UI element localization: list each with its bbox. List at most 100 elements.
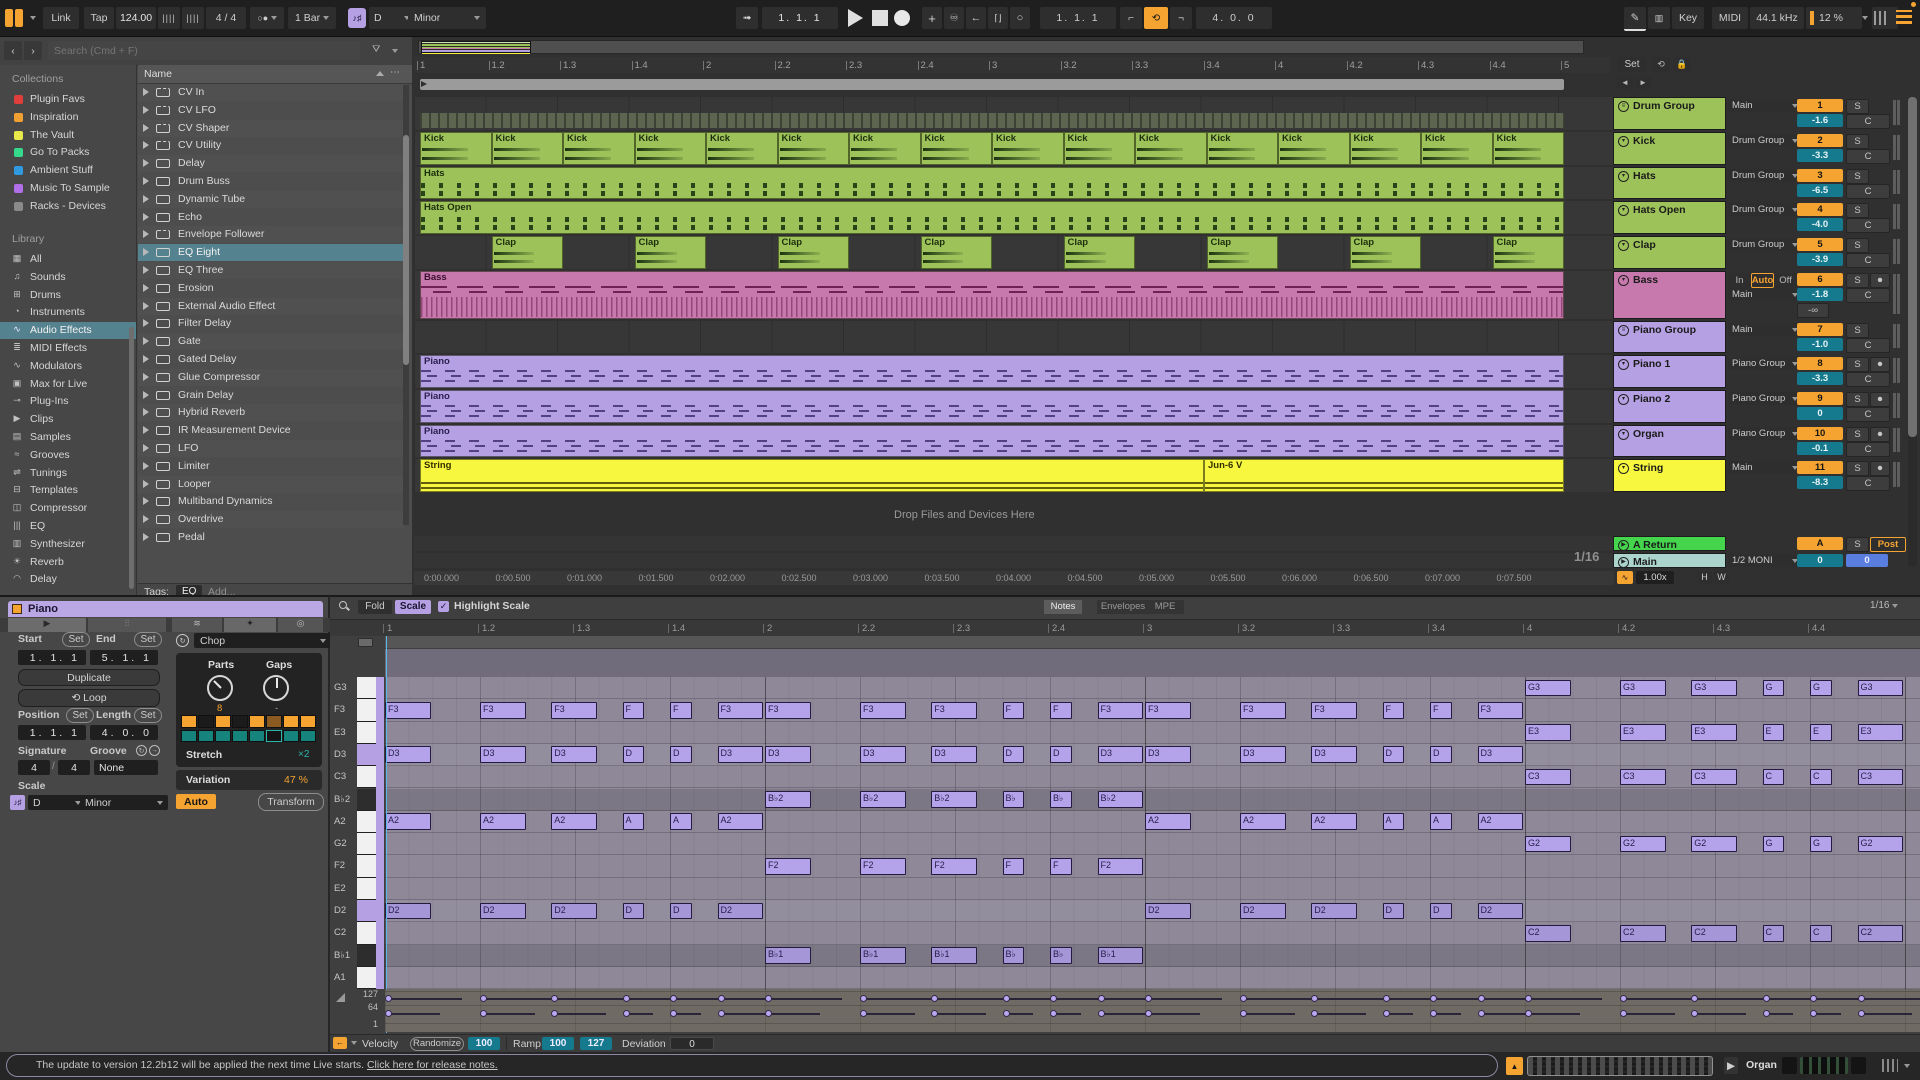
velocity-marker[interactable] (385, 995, 392, 1002)
velocity-ramp-line[interactable] (934, 998, 1008, 1000)
link-button[interactable]: Link (43, 7, 79, 29)
clip-kick[interactable]: Kick (1064, 132, 1136, 165)
midi-note[interactable]: D (670, 903, 692, 920)
return-send-badge[interactable]: A (1797, 537, 1843, 550)
piano-key-f3[interactable] (357, 699, 376, 721)
midi-note[interactable]: C3 (1858, 769, 1904, 786)
solo-button[interactable]: S (1846, 203, 1869, 218)
tab-transform[interactable]: ✦ (224, 618, 276, 632)
velocity-marker[interactable] (1003, 1010, 1010, 1017)
track-name-cell[interactable]: ▾String (1613, 459, 1726, 492)
disclosure-triangle-icon[interactable] (143, 462, 149, 470)
auto-button[interactable]: Auto (176, 794, 216, 809)
midi-note[interactable]: G3 (1858, 680, 1904, 697)
midi-note[interactable]: C (1810, 925, 1832, 942)
midi-note[interactable]: C3 (1525, 769, 1571, 786)
output-routing-selector[interactable]: Drum Group (1728, 169, 1802, 182)
clip-scale-root-selector[interactable]: D (28, 795, 86, 810)
disclosure-triangle-icon[interactable] (143, 408, 149, 416)
velocity-ramp-line[interactable] (1314, 1013, 1366, 1015)
track-fold-icon[interactable]: ▾ (1618, 205, 1629, 216)
output-routing-selector[interactable]: Main (1728, 323, 1802, 336)
track-name-cell[interactable]: ▾Clap (1613, 236, 1726, 269)
velocity-marker[interactable] (551, 995, 558, 1002)
track-header-organ[interactable]: ▾OrganPiano Group10S⏺-0.1C (1613, 425, 1913, 457)
midi-note[interactable]: D3 (1478, 746, 1524, 763)
midi-note[interactable]: F3 (718, 702, 764, 719)
commit-groove-icon[interactable]: ↻ (136, 745, 147, 756)
clip-kick[interactable]: Kick (1421, 132, 1493, 165)
velocity-marker[interactable] (1003, 995, 1010, 1002)
piano-key-c3[interactable] (357, 766, 376, 788)
midi-note[interactable]: F (1003, 702, 1025, 719)
velocity-marker[interactable] (1620, 1010, 1627, 1017)
chop-pattern-top-row[interactable] (181, 715, 317, 729)
disclosure-triangle-icon[interactable] (143, 373, 149, 381)
tab-notes[interactable]: ⫶⫶ (88, 618, 166, 632)
disclosure-triangle-icon[interactable] (143, 88, 149, 96)
velocity-ramp-line[interactable] (1148, 998, 1222, 1000)
track-header-string[interactable]: ▾StringMain11S⏺-8.3C (1613, 459, 1913, 492)
midi-note[interactable]: D3 (765, 746, 811, 763)
pan-field[interactable]: C (1846, 114, 1890, 129)
disclosure-triangle-icon[interactable] (143, 230, 149, 238)
key-map-button[interactable]: Key (1672, 7, 1704, 29)
midi-map-button[interactable]: MIDI (1712, 7, 1748, 29)
velocity-marker[interactable] (1311, 1010, 1318, 1017)
clip-loop-strip[interactable] (385, 636, 1920, 648)
disclosure-triangle-icon[interactable] (143, 177, 149, 185)
track-name-cell[interactable]: ≡Piano Group (1613, 321, 1726, 353)
computer-midi-keyboard-button[interactable]: ▥ (1648, 7, 1670, 29)
velocity-ramp-line[interactable] (1053, 1013, 1081, 1015)
velocity-marker[interactable] (1145, 995, 1152, 1002)
device-item-cv-lfo[interactable]: CV LFO (138, 102, 404, 119)
solo-button[interactable]: S (1846, 392, 1869, 407)
track-header-drum-group[interactable]: ≡Drum GroupMain1S-1.6C (1613, 97, 1913, 130)
track-header-a-return[interactable]: ▶A ReturnASPost (1613, 536, 1913, 551)
velocity-marker[interactable] (1810, 995, 1817, 1002)
midi-note[interactable]: A2 (718, 813, 764, 830)
velocity-marker[interactable] (860, 995, 867, 1002)
velocity-marker[interactable] (670, 1010, 677, 1017)
velocity-marker[interactable] (765, 1010, 772, 1017)
randomize-amount-field[interactable]: 100 (468, 1037, 500, 1050)
midi-note[interactable]: F2 (1098, 858, 1144, 875)
disclosure-triangle-icon[interactable] (143, 213, 149, 221)
device-item-ir-measurement-device[interactable]: IR Measurement Device (138, 422, 404, 439)
sidebar-item-collection[interactable]: The Vault (0, 127, 137, 144)
device-slot-2[interactable] (1851, 1057, 1866, 1074)
tempo-field[interactable]: 124.00 (116, 7, 156, 29)
midi-note[interactable]: F2 (860, 858, 906, 875)
width-zoom-button[interactable]: W (1714, 571, 1729, 584)
volume-field[interactable]: -4.0 (1797, 218, 1843, 231)
midi-note[interactable]: A (623, 813, 645, 830)
disclosure-triangle-icon[interactable] (143, 426, 149, 434)
velocity-marker[interactable] (1858, 1010, 1865, 1017)
midi-note[interactable]: D3 (551, 746, 597, 763)
midi-note[interactable]: F (623, 702, 645, 719)
stop-button[interactable] (872, 10, 888, 26)
track-number-badge[interactable]: 4 (1797, 203, 1843, 216)
midi-note[interactable]: D2 (385, 903, 431, 920)
sidebar-item-compressor[interactable]: ◫Compressor (0, 500, 137, 517)
zoom-lens-icon[interactable] (338, 600, 351, 613)
preview-headphone-icon[interactable] (358, 638, 373, 647)
clip-color-swatch[interactable] (12, 604, 22, 614)
midi-note[interactable]: E3 (1525, 724, 1571, 741)
highlight-scale-checkbox[interactable]: ✓ (438, 601, 449, 612)
volume-field[interactable]: -1.0 (1797, 338, 1843, 351)
velocity-marker[interactable] (1240, 995, 1247, 1002)
midi-note[interactable]: C (1763, 769, 1785, 786)
midi-note[interactable]: F3 (931, 702, 977, 719)
midi-note[interactable]: G2 (1858, 836, 1904, 853)
disclosure-triangle-icon[interactable] (143, 284, 149, 292)
midi-note[interactable]: F3 (385, 702, 431, 719)
arm-button[interactable]: ⏺ (1870, 427, 1890, 442)
clip-scale-name-selector[interactable]: Minor (80, 795, 168, 810)
velocity-marker[interactable] (385, 1010, 392, 1017)
filter-icon[interactable]: ⛛ (372, 44, 384, 56)
velocity-ramp-line[interactable] (768, 1013, 820, 1015)
pan-field[interactable]: C (1846, 338, 1890, 353)
midi-note[interactable]: B♭2 (1098, 791, 1144, 808)
device-item-eq-eight[interactable]: EQ Eight (138, 244, 404, 261)
